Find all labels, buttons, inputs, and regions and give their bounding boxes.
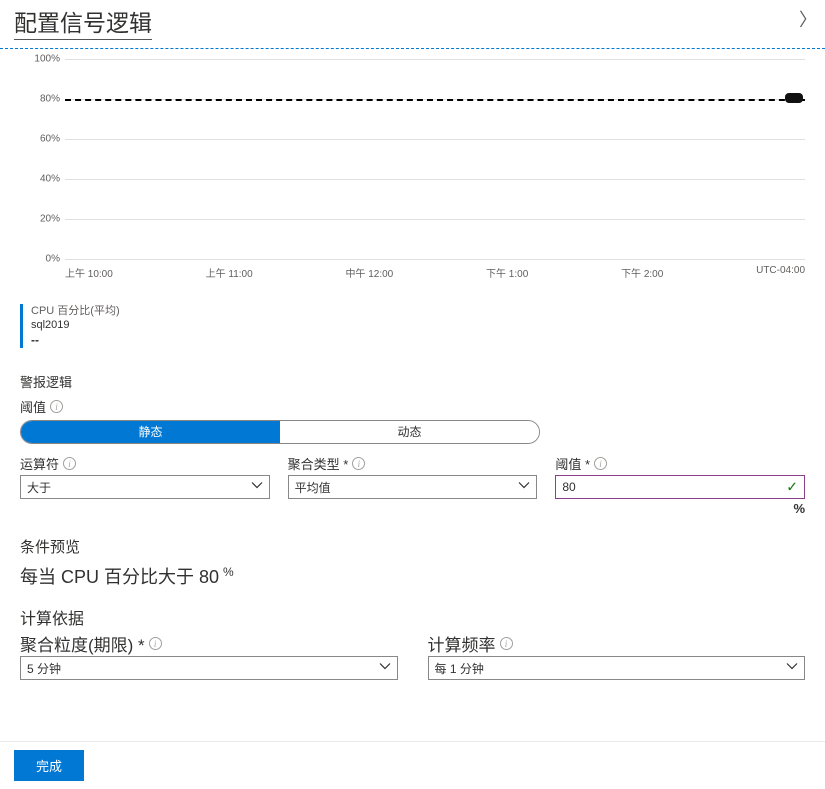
y-tick: 20% xyxy=(40,214,60,225)
threshold-line xyxy=(65,99,805,101)
info-icon[interactable]: i xyxy=(500,637,513,650)
chart-plot-area xyxy=(65,59,805,259)
y-tick: 100% xyxy=(34,54,60,65)
threshold-type-toggle[interactable]: 静态 动态 xyxy=(20,420,540,444)
header-divider xyxy=(0,48,825,49)
checkmark-icon: ✓ xyxy=(786,479,798,496)
y-tick: 80% xyxy=(40,94,60,105)
x-tick: 上午 10:00 xyxy=(65,265,113,287)
frequency-select[interactable]: 每 1 分钟 xyxy=(428,656,806,680)
operator-label: 运算符 i xyxy=(20,454,76,473)
y-tick: 40% xyxy=(40,174,60,185)
operator-label-text: 运算符 xyxy=(20,454,59,473)
evaluation-title: 计算依据 xyxy=(20,605,805,629)
preview-suffix: % xyxy=(223,565,234,579)
chevron-down-icon xyxy=(379,661,391,676)
toggle-static[interactable]: 静态 xyxy=(21,421,280,443)
info-icon[interactable]: i xyxy=(50,400,63,413)
chevron-down-icon xyxy=(518,480,530,495)
legend-value: -- xyxy=(31,333,805,349)
operator-value: 大于 xyxy=(27,479,51,496)
info-icon[interactable]: i xyxy=(594,457,607,470)
frequency-label-text: 计算频率 xyxy=(428,631,496,656)
metric-chart: 100% 80% 60% 40% 20% 0% 上午 10:00 上午 11:0… xyxy=(20,59,805,269)
x-tick: 中午 12:00 xyxy=(345,265,393,287)
threshold-value-input[interactable]: 80 ✓ xyxy=(555,475,805,499)
frequency-value: 每 1 分钟 xyxy=(435,660,484,677)
panel-header: 配置信号逻辑 〉 xyxy=(0,0,825,48)
x-tick: 下午 2:00 xyxy=(621,265,663,287)
threshold-value-label-text: 阈值 * xyxy=(555,454,590,473)
toggle-dynamic[interactable]: 动态 xyxy=(280,421,539,443)
threshold-value-text: 80 xyxy=(562,480,575,494)
legend-metric: CPU 百分比(平均) xyxy=(31,304,805,318)
aggregation-value: 平均值 xyxy=(295,479,331,496)
granularity-select[interactable]: 5 分钟 xyxy=(20,656,398,680)
close-chevron-icon[interactable]: 〉 xyxy=(799,6,817,32)
y-tick: 60% xyxy=(40,134,60,145)
x-tick: UTC-04:00 xyxy=(756,265,805,287)
info-icon[interactable]: i xyxy=(149,637,162,650)
threshold-label-text: 阈值 xyxy=(20,397,46,416)
chart-legend: CPU 百分比(平均) sql2019 -- xyxy=(20,304,805,348)
data-point xyxy=(785,93,803,103)
condition-preview-text: 每当 CPU 百分比大于 80% xyxy=(20,563,805,589)
x-tick: 上午 11:00 xyxy=(206,265,253,287)
done-button[interactable]: 完成 xyxy=(14,750,84,781)
threshold-suffix: % xyxy=(555,501,805,516)
granularity-label: 聚合粒度(期限) * i xyxy=(20,631,162,656)
aggregation-label: 聚合类型 * i xyxy=(288,454,366,473)
page-title: 配置信号逻辑 xyxy=(14,4,152,40)
y-tick: 0% xyxy=(46,254,60,265)
info-icon[interactable]: i xyxy=(352,457,365,470)
frequency-label: 计算频率 i xyxy=(428,631,513,656)
granularity-value: 5 分钟 xyxy=(27,660,61,677)
chevron-down-icon xyxy=(786,661,798,676)
x-tick: 下午 1:00 xyxy=(486,265,528,287)
chart-x-axis: 上午 10:00 上午 11:00 中午 12:00 下午 1:00 下午 2:… xyxy=(65,265,805,287)
condition-preview-title: 条件预览 xyxy=(20,536,805,557)
alert-logic-title: 警报逻辑 xyxy=(20,372,805,391)
threshold-label: 阈值 i xyxy=(20,397,63,416)
aggregation-select[interactable]: 平均值 xyxy=(288,475,538,499)
preview-text-content: 每当 CPU 百分比大于 80 xyxy=(20,567,219,587)
granularity-label-text: 聚合粒度(期限) * xyxy=(20,631,145,656)
panel-footer: 完成 xyxy=(0,741,825,789)
info-icon[interactable]: i xyxy=(63,457,76,470)
threshold-value-label: 阈值 * i xyxy=(555,454,607,473)
chevron-down-icon xyxy=(251,480,263,495)
operator-select[interactable]: 大于 xyxy=(20,475,270,499)
aggregation-label-text: 聚合类型 * xyxy=(288,454,349,473)
legend-resource: sql2019 xyxy=(31,318,805,332)
